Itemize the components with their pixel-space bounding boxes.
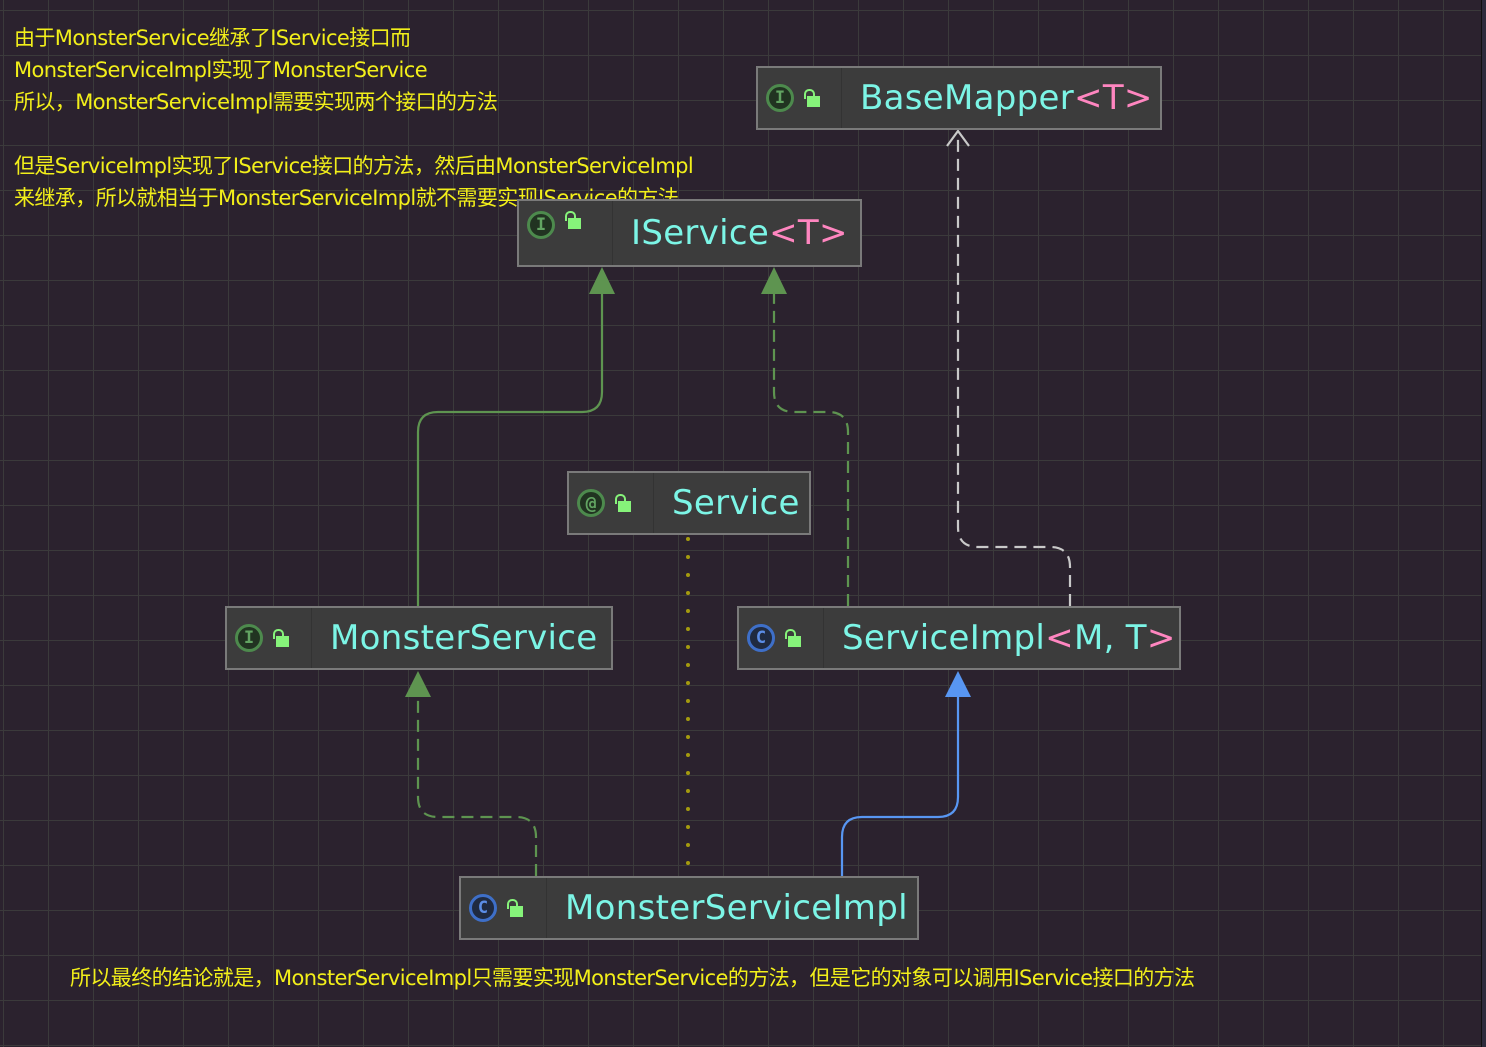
class-name: MonsterServiceImpl bbox=[565, 888, 908, 928]
node-title: MonsterServiceImpl bbox=[547, 888, 908, 928]
node-basemapper[interactable]: I BaseMapper<T> bbox=[756, 66, 1162, 130]
node-iservice[interactable]: I IService<T> bbox=[517, 199, 862, 267]
class-name: Service bbox=[672, 483, 800, 523]
note-line: 所以，MonsterServiceImpl需要实现两个接口的方法 bbox=[14, 90, 498, 114]
edge-serviceimpl-implements-iservice[interactable] bbox=[772, 292, 850, 606]
arrowhead-iservice-right bbox=[761, 267, 787, 294]
note-line: MonsterServiceImpl实现了MonsterService bbox=[14, 58, 428, 82]
public-visibility-icon bbox=[785, 629, 801, 647]
node-icons: I bbox=[227, 608, 312, 668]
node-title: IService<T> bbox=[613, 213, 848, 253]
public-visibility-icon bbox=[565, 211, 581, 229]
generic-open: < bbox=[1045, 618, 1074, 658]
node-serviceimpl[interactable]: C ServiceImpl<M, T> bbox=[737, 606, 1181, 670]
interface-icon: I bbox=[235, 624, 263, 652]
top-explanation-note: 由于MonsterService继承了IService接口而 MonsterSe… bbox=[14, 22, 694, 214]
node-service-annotation[interactable]: @ Service bbox=[567, 471, 811, 535]
generic-close: > bbox=[1146, 618, 1176, 658]
arrowhead-monsterservice bbox=[405, 671, 431, 697]
edge-monsterservice-extends-iservice[interactable] bbox=[416, 292, 604, 606]
generic-params: M, T bbox=[1073, 618, 1147, 658]
public-visibility-icon bbox=[804, 89, 820, 107]
edge-serviceimpl-uses-basemapper[interactable] bbox=[956, 132, 1072, 606]
node-icons: I bbox=[519, 201, 613, 265]
edge-monsterserviceimpl-extends-serviceimpl[interactable] bbox=[840, 696, 960, 876]
class-name: MonsterService bbox=[330, 618, 598, 658]
node-title: MonsterService bbox=[312, 618, 597, 658]
note-line: 由于MonsterService继承了IService接口而 bbox=[14, 26, 411, 50]
node-title: Service bbox=[654, 483, 800, 523]
public-visibility-icon bbox=[615, 494, 631, 512]
generic-params: <T> bbox=[769, 213, 848, 253]
class-name: BaseMapper bbox=[860, 78, 1075, 118]
arrowhead-iservice-left bbox=[589, 267, 615, 294]
node-icons: I bbox=[758, 68, 842, 128]
arrowhead-serviceimpl bbox=[945, 671, 971, 697]
bottom-conclusion-note: 所以最终的结论就是，MonsterServiceImpl只需要实现Monster… bbox=[70, 966, 1195, 990]
node-monsterserviceimpl[interactable]: C MonsterServiceImpl bbox=[459, 876, 919, 940]
interface-icon: I bbox=[766, 84, 794, 112]
class-icon: C bbox=[747, 624, 775, 652]
class-name: ServiceImpl bbox=[842, 618, 1046, 658]
node-monsterservice[interactable]: I MonsterService bbox=[225, 606, 613, 670]
interface-icon: I bbox=[527, 211, 555, 239]
class-icon: C bbox=[469, 894, 497, 922]
node-title: ServiceImpl<M, T> bbox=[824, 618, 1176, 658]
public-visibility-icon bbox=[507, 899, 523, 917]
node-title: BaseMapper<T> bbox=[842, 78, 1153, 118]
note-line bbox=[14, 118, 693, 150]
generic-params: <T> bbox=[1074, 78, 1153, 118]
node-icons: C bbox=[739, 608, 824, 668]
public-visibility-icon bbox=[273, 629, 289, 647]
class-name: IService bbox=[631, 213, 770, 253]
annotation-icon: @ bbox=[577, 489, 605, 517]
node-icons: C bbox=[461, 878, 547, 938]
node-icons: @ bbox=[569, 473, 654, 533]
edge-monsterserviceimpl-implements-monsterservice[interactable] bbox=[416, 696, 538, 876]
note-line: 但是ServiceImpl实现了IService接口的方法，然后由Monster… bbox=[14, 154, 694, 178]
